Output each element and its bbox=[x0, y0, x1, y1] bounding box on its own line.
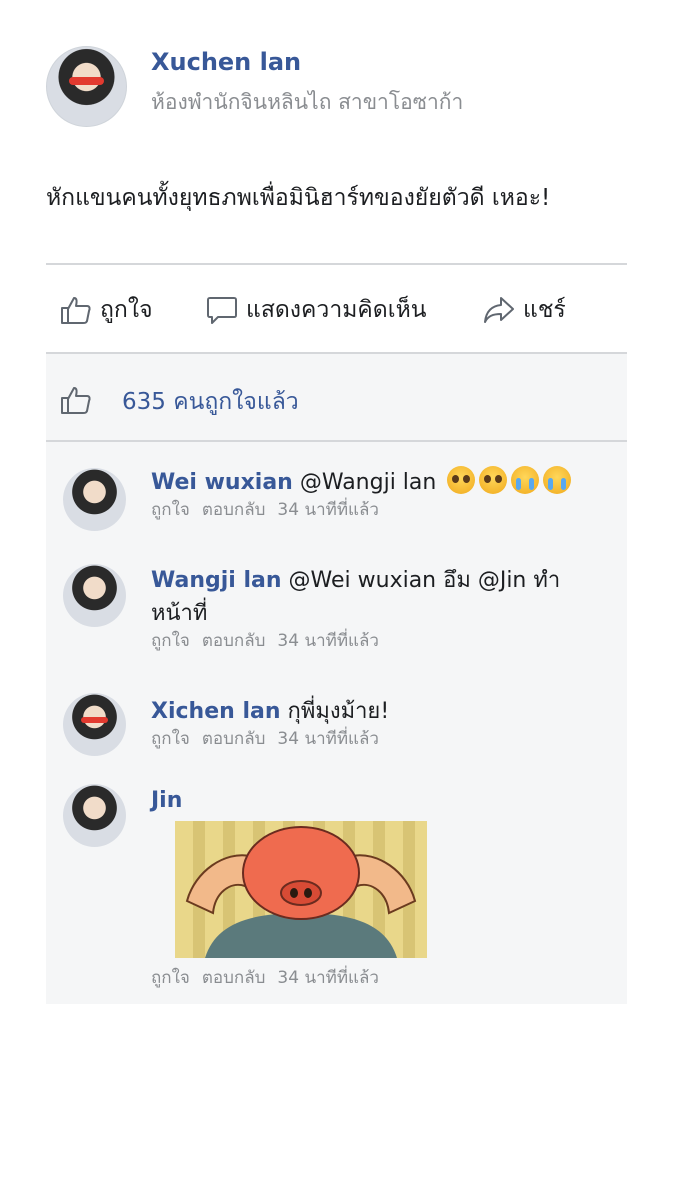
share-label: แชร์ bbox=[523, 297, 566, 323]
comment-like-link[interactable]: ถูกใจ bbox=[151, 967, 190, 989]
likes-summary[interactable]: 635 คนถูกใจแล้ว bbox=[60, 384, 299, 420]
comment-body: Wei wuxian @Wangji lan ถูกใจ ตอบกลับ 34 … bbox=[151, 466, 601, 521]
share-button[interactable]: แชร์ bbox=[483, 292, 566, 328]
divider bbox=[46, 440, 627, 442]
thumbs-up-icon bbox=[60, 385, 92, 419]
comment-meta: ถูกใจ ตอบกลับ 34 นาทีที่แล้ว bbox=[151, 967, 379, 989]
like-button[interactable]: ถูกใจ bbox=[60, 292, 153, 328]
comment-reply-link[interactable]: ตอบกลับ bbox=[202, 728, 266, 750]
pleading-face-emoji bbox=[447, 466, 476, 494]
commenter-avatar[interactable] bbox=[63, 468, 126, 531]
comment-like-link[interactable]: ถูกใจ bbox=[151, 499, 190, 521]
meme-image[interactable] bbox=[175, 821, 427, 958]
comment-meta: ถูกใจ ตอบกลับ 34 นาทีที่แล้ว bbox=[151, 499, 601, 521]
post-location[interactable]: ห้องพำนักจินหลินไถ สาขาโอซาก้า bbox=[151, 86, 463, 119]
comment-reply-link[interactable]: ตอบกลับ bbox=[202, 499, 266, 521]
like-label: ถูกใจ bbox=[100, 297, 153, 323]
post-action-bar: ถูกใจ แสดงความคิดเห็น แชร์ bbox=[46, 266, 627, 352]
loudly-crying-emoji bbox=[511, 466, 540, 494]
speech-bubble-icon bbox=[206, 295, 238, 325]
loudly-crying-emoji bbox=[543, 466, 572, 494]
divider bbox=[46, 263, 627, 265]
commenter-name[interactable]: Wangji lan bbox=[151, 568, 282, 593]
comment-like-link[interactable]: ถูกใจ bbox=[151, 728, 190, 750]
comment-body: Xichen lan กุพี่มุงม้าย! ถูกใจ ตอบกลับ 3… bbox=[151, 695, 601, 750]
comment-text: กุพี่มุงม้าย! bbox=[287, 699, 390, 724]
comment-timestamp: 34 นาทีที่แล้ว bbox=[277, 631, 379, 651]
commenter-name[interactable]: Wei wuxian bbox=[151, 470, 293, 495]
comment-reply-link[interactable]: ตอบกลับ bbox=[202, 630, 266, 652]
comment-body: Wangji lan @Wei wuxian อึม @Jin ทำหน้าที… bbox=[151, 564, 591, 652]
comment-text: @Wangji lan bbox=[299, 470, 437, 495]
comment-meta: ถูกใจ ตอบกลับ 34 นาทีที่แล้ว bbox=[151, 630, 591, 652]
comment-timestamp: 34 นาทีที่แล้ว bbox=[277, 500, 379, 520]
commenter-name[interactable]: Xichen lan bbox=[151, 699, 281, 724]
commenter-avatar[interactable] bbox=[63, 784, 126, 847]
pleading-face-emoji bbox=[479, 466, 508, 494]
comment-body: Jin bbox=[151, 784, 601, 817]
comment-like-link[interactable]: ถูกใจ bbox=[151, 630, 190, 652]
comment-timestamp: 34 นาทีที่แล้ว bbox=[277, 729, 379, 749]
comments-panel: 635 คนถูกใจแล้ว Wei wuxian @Wangji lan ถ… bbox=[46, 354, 627, 1004]
commenter-avatar[interactable] bbox=[63, 564, 126, 627]
commenter-name[interactable]: Jin bbox=[151, 788, 182, 813]
post-author-avatar[interactable] bbox=[46, 46, 127, 127]
post-author-name[interactable]: Xuchen lan bbox=[151, 48, 301, 76]
comment-button[interactable]: แสดงความคิดเห็น bbox=[206, 292, 426, 328]
comment-label: แสดงความคิดเห็น bbox=[246, 297, 427, 323]
post-text: หักแขนคนทั้งยุทธภพเพื่อมินิฮาร์ทของยัยตั… bbox=[46, 185, 551, 211]
comment-timestamp: 34 นาทีที่แล้ว bbox=[277, 968, 379, 988]
comment-reply-link[interactable]: ตอบกลับ bbox=[202, 967, 266, 989]
thumbs-up-icon bbox=[60, 295, 92, 325]
comment-meta: ถูกใจ ตอบกลับ 34 นาทีที่แล้ว bbox=[151, 728, 601, 750]
likes-count[interactable]: 635 คนถูกใจแล้ว bbox=[122, 384, 299, 420]
commenter-avatar[interactable] bbox=[63, 693, 126, 756]
share-arrow-icon bbox=[483, 295, 515, 325]
